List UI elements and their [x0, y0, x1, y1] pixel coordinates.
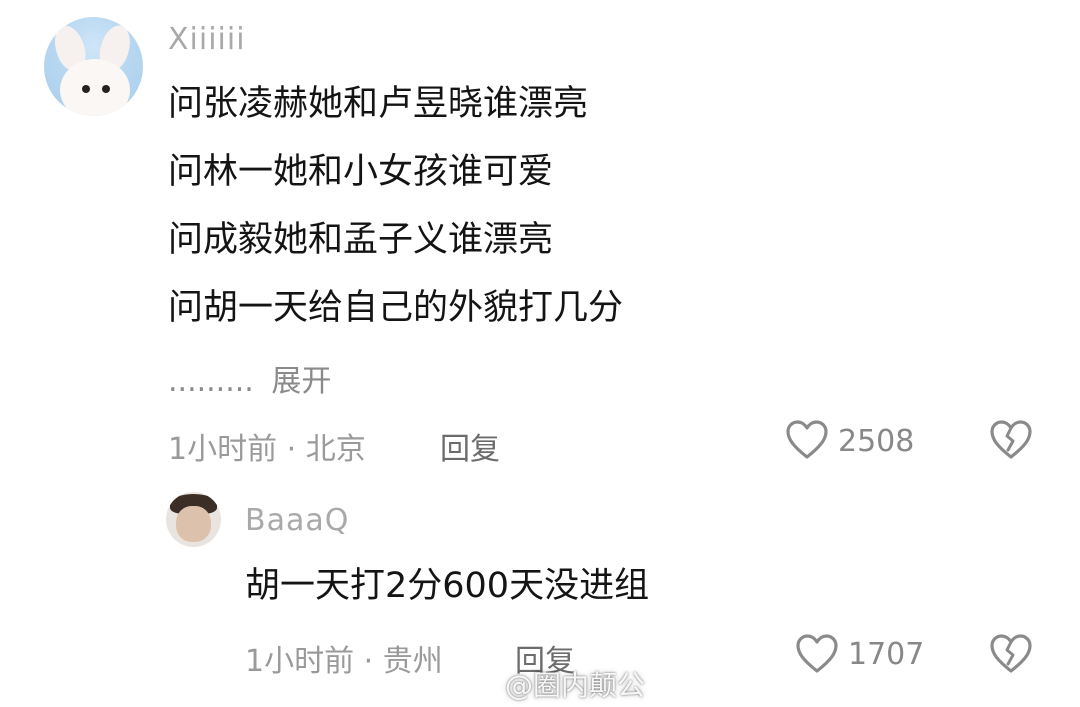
ellipsis-text: ......... — [168, 364, 254, 399]
like-count: 2508 — [838, 424, 915, 459]
reply-avatar-face — [176, 506, 211, 542]
avatar-eye-left — [82, 85, 90, 93]
reply-like-count: 1707 — [848, 637, 925, 672]
reply-button[interactable]: 回复 — [440, 424, 500, 468]
expand-link[interactable]: ......... 展开 — [168, 356, 331, 400]
avatar[interactable] — [44, 17, 143, 116]
reply-username[interactable]: BaaaQ — [245, 503, 349, 538]
avatar-face — [60, 59, 130, 116]
heart-outline-icon[interactable] — [784, 418, 830, 462]
comment-username[interactable]: Xiiiiii — [168, 22, 246, 57]
expand-label: 展开 — [271, 364, 332, 399]
reply-avatar[interactable] — [166, 492, 221, 547]
avatar-eye-right — [102, 85, 110, 93]
comment-line: 问林一她和小女孩谁可爱 — [168, 152, 554, 192]
comment-meta: 1小时前 · 北京 — [168, 432, 366, 467]
broken-heart-icon[interactable] — [988, 632, 1034, 676]
watermark: @圈内颠公 — [505, 669, 646, 702]
broken-heart-icon[interactable] — [988, 418, 1034, 462]
reply-meta: 1小时前 · 贵州 — [245, 644, 443, 679]
reply-text: 胡一天打2分600天没进组 — [245, 566, 650, 606]
comment-line: 问胡一天给自己的外貌打几分 — [168, 288, 624, 328]
comment-line: 问成毅她和孟子义谁漂亮 — [168, 220, 554, 260]
comment-line: 问张凌赫她和卢昱晓谁漂亮 — [168, 84, 589, 124]
heart-outline-icon[interactable] — [794, 632, 840, 676]
